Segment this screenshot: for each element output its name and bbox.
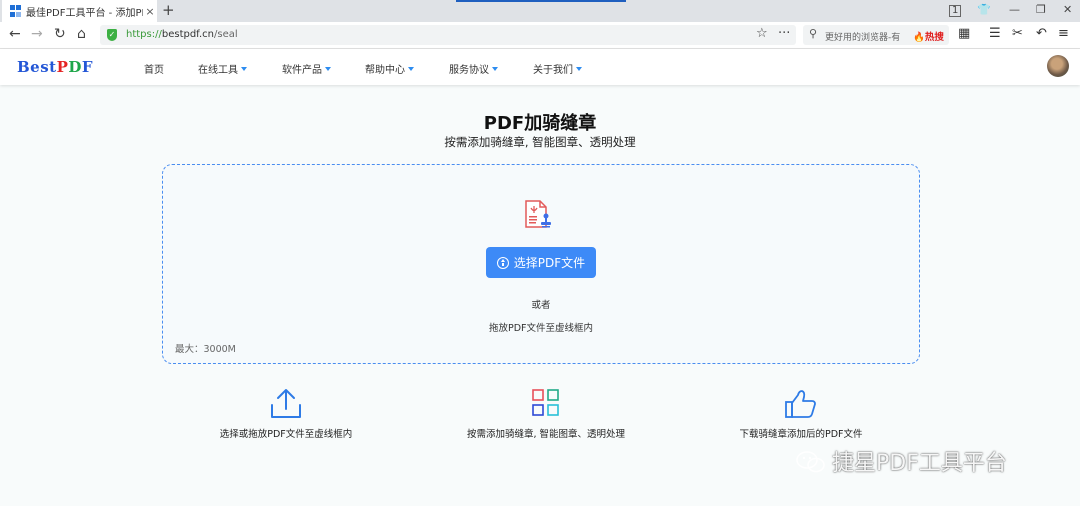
shirt-icon[interactable]: 👕	[977, 3, 991, 16]
url-protocol: https://	[126, 29, 162, 40]
max-size-note: 最大：3000M	[175, 344, 236, 355]
nav-about-us-label: 关于我们	[533, 65, 573, 76]
url-bar[interactable]: ✓ https://bestpdf.cn/seal ☆ ···	[100, 25, 796, 45]
url-text: https://bestpdf.cn/seal	[126, 29, 238, 40]
close-window-icon[interactable]: ✕	[1063, 3, 1072, 16]
url-host: bestpdf.cn	[161, 29, 214, 40]
select-pdf-button[interactable]: 选择PDF文件	[486, 247, 596, 278]
minimize-icon[interactable]: —	[1009, 3, 1020, 16]
menu-icon[interactable]: ≡	[1058, 26, 1069, 41]
site-favicon-icon	[10, 5, 22, 17]
browser-tab-strip: 最佳PDF工具平台 - 添加PDF骑 × + 1 👕 — ❐ ✕	[0, 0, 1080, 22]
drag-hint: 拖放PDF文件至虚线框内	[488, 323, 593, 334]
search-icon: ⚲	[809, 27, 818, 40]
more-icon[interactable]: ···	[778, 26, 790, 41]
hot-search-text: 热搜	[924, 32, 944, 43]
page-subtitle: 按需添加骑缝章, 智能图章、透明处理	[444, 135, 636, 149]
back-icon[interactable]: ←	[9, 27, 21, 41]
wechat-icon	[796, 451, 825, 473]
feature-select-file: 选择或拖放PDF文件至虚线框内	[166, 388, 406, 440]
grid-icon	[532, 389, 559, 416]
nav-home-label: 首页	[144, 65, 164, 76]
chevron-down-icon	[576, 67, 582, 71]
nav-service-agreement[interactable]: 服务协议	[449, 61, 498, 76]
undo-icon[interactable]: ↶	[1036, 26, 1047, 41]
nav-about-us[interactable]: 关于我们	[533, 61, 582, 76]
user-avatar[interactable]	[1047, 55, 1069, 77]
favorites-icon[interactable]: ☰	[989, 26, 1001, 41]
page-title: PDF加骑缝章	[483, 113, 597, 134]
feature-download: 下载骑缝章添加后的PDF文件	[681, 388, 921, 440]
address-toolbar: ← → ↻ ⌂ ✓ https://bestpdf.cn/seal ☆ ··· …	[0, 22, 1080, 49]
search-placeholder: 更好用的浏览器-有	[825, 33, 901, 43]
nav-help-center-label: 帮助中心	[365, 65, 405, 76]
close-tab-icon[interactable]: ×	[143, 5, 157, 18]
pdf-seal-icon	[525, 200, 551, 228]
feature-add-seal: 按需添加骑缝章, 智能图章、透明处理	[426, 388, 666, 440]
restore-icon[interactable]: ❐	[1036, 3, 1046, 16]
select-pdf-label: 选择PDF文件	[513, 256, 586, 270]
home-icon[interactable]: ⌂	[77, 27, 86, 41]
chevron-down-icon	[325, 67, 331, 71]
logo-part-best: Best	[17, 58, 57, 76]
site-header: BestPDF 首页 在线工具 软件产品 帮助中心 服务协议 关于我们	[0, 49, 1080, 85]
nav-service-agreement-label: 服务协议	[449, 65, 489, 76]
nav-online-tools[interactable]: 在线工具	[198, 61, 247, 76]
or-text: 或者	[531, 300, 551, 311]
feature-label: 按需添加骑缝章, 智能图章、透明处理	[466, 429, 626, 440]
nav-help-center[interactable]: 帮助中心	[365, 61, 414, 76]
chevron-down-icon	[241, 67, 247, 71]
reload-icon[interactable]: ↻	[54, 27, 66, 41]
logo-part-f: F	[81, 58, 94, 76]
chevron-down-icon	[492, 67, 498, 71]
new-tab-icon[interactable]: +	[162, 1, 175, 19]
feature-label: 选择或拖放PDF文件至虚线框内	[219, 429, 353, 440]
feature-label: 下载骑缝章添加后的PDF文件	[739, 429, 863, 440]
hot-search-label[interactable]: 🔥热搜	[913, 29, 944, 43]
forward-icon[interactable]: →	[31, 27, 43, 41]
watermark-text: 捷星PDF工具平台	[832, 451, 1007, 476]
thumbs-up-icon	[785, 390, 816, 418]
apps-grid-icon[interactable]: ▦	[958, 26, 970, 41]
upload-circle-icon	[496, 256, 509, 269]
nav-home[interactable]: 首页	[144, 61, 164, 76]
chevron-down-icon	[408, 67, 414, 71]
nav-online-tools-label: 在线工具	[198, 65, 238, 76]
nav-software-products[interactable]: 软件产品	[282, 61, 331, 76]
url-path: /seal	[214, 29, 238, 40]
upload-icon	[271, 389, 301, 418]
nav-software-products-label: 软件产品	[282, 65, 322, 76]
site-logo[interactable]: BestPDF	[17, 58, 93, 76]
logo-part-p: P	[56, 58, 69, 76]
file-drop-zone[interactable]: 选择PDF文件 或者 拖放PDF文件至虚线框内 最大：3000M	[162, 164, 920, 364]
bookmark-star-icon[interactable]: ☆	[756, 26, 768, 41]
tab-scroll-indicator	[456, 0, 626, 2]
tab-count-icon[interactable]: 1	[949, 5, 962, 17]
secure-shield-icon: ✓	[107, 29, 117, 41]
logo-part-d: D	[68, 58, 82, 76]
tab-title: 最佳PDF工具平台 - 添加PDF骑	[26, 7, 143, 19]
browser-search-box[interactable]: ⚲ 更好用的浏览器-有 🔥热搜	[803, 25, 949, 45]
watermark: 捷星PDF工具平台	[796, 445, 1007, 477]
browser-tab[interactable]: 最佳PDF工具平台 - 添加PDF骑 ×	[2, 0, 157, 22]
scissors-icon[interactable]: ✂	[1012, 26, 1023, 41]
